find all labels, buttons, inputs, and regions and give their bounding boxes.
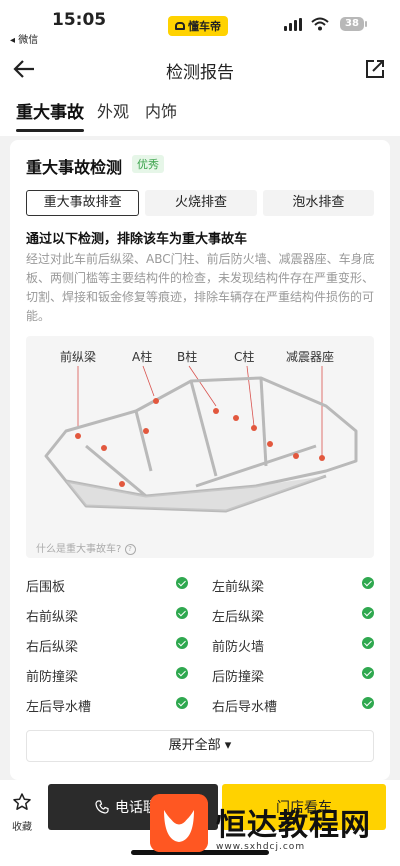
check-item-name: 左后纵梁	[212, 610, 265, 625]
what-is-accident-label: 什么是重大事故车?	[36, 544, 122, 555]
check-row: 后围板 左前纵梁	[26, 572, 376, 602]
check-pass-icon	[176, 607, 188, 619]
accident-check-card: 重大事故检测 优秀 重大事故排查 火烧排查 泡水排查 通过以下检测，排除该车为重…	[10, 140, 390, 780]
check-item-name: 右后导水槽	[212, 700, 278, 715]
page-title: 检测报告	[166, 63, 234, 83]
car-frame-diagram: 前纵梁 A柱 B柱 C柱 减震器座 什么是重大事故车? ?	[26, 336, 374, 558]
check-row: 右前纵梁 左后纵梁	[26, 602, 376, 632]
card-title: 重大事故检测	[26, 158, 123, 177]
wifi-icon	[311, 17, 329, 31]
phone-icon	[95, 800, 109, 814]
watermark-logo-icon	[150, 794, 208, 852]
subtab-flood[interactable]: 泡水排查	[262, 190, 374, 216]
watermark-url: www.sxhdcj.com	[216, 842, 306, 852]
top-navigation: 检测报告	[0, 44, 400, 94]
favorite-label: 收藏	[12, 822, 32, 833]
check-pass-icon	[362, 667, 374, 679]
check-item-name: 前防撞梁	[26, 670, 79, 685]
check-pass-icon	[176, 667, 188, 679]
check-item-name: 右后纵梁	[26, 640, 79, 655]
tab-major-accident[interactable]: 重大事故	[16, 98, 84, 132]
watermark: 恒达教程网 www.sxhdcj.com	[140, 790, 400, 866]
car-frame-image	[44, 365, 358, 513]
check-pass-icon	[362, 697, 374, 709]
check-row: 前防撞梁 后防撞梁	[26, 662, 376, 692]
subtab-fire[interactable]: 火烧排查	[145, 190, 257, 216]
check-item-name: 右前纵梁	[26, 610, 79, 625]
check-pass-icon	[362, 607, 374, 619]
check-pass-icon	[362, 637, 374, 649]
car-icon	[175, 22, 185, 30]
check-pass-icon	[176, 637, 188, 649]
what-is-accident-link[interactable]: 什么是重大事故车? ?	[36, 540, 136, 555]
check-item-name: 后防撞梁	[212, 670, 265, 685]
check-item-name: 左前纵梁	[212, 580, 265, 595]
check-list: 后围板 左前纵梁 右前纵梁 左后纵梁 右后纵梁 前防火墙 前防撞梁 后防撞梁 左…	[26, 572, 376, 722]
check-item-name: 后围板	[26, 580, 66, 595]
help-icon: ?	[124, 543, 136, 555]
watermark-text: 恒达教程网	[216, 808, 371, 843]
check-item-name: 前防火墙	[212, 640, 265, 655]
share-icon[interactable]	[364, 58, 386, 80]
status-bar: 15:05 ◂ 微信 懂车帝 38	[0, 0, 400, 46]
report-tabs: 重大事故 外观 内饰	[0, 94, 400, 136]
check-pass-icon	[176, 577, 188, 589]
app-pill[interactable]: 懂车帝	[168, 16, 228, 36]
favorite-button[interactable]: 收藏	[10, 792, 34, 833]
app-pill-label: 懂车帝	[188, 20, 221, 33]
check-conclusion: 通过以下检测，排除该车为重大事故车	[26, 232, 248, 247]
check-description: 经过对此车前后纵梁、ABC门柱、前后防火墙、减震器座、车身底板、两侧门槛等主要结…	[26, 252, 375, 323]
check-row: 右后纵梁 前防火墙	[26, 632, 376, 662]
status-time: 15:05	[52, 10, 107, 30]
status-badge: 优秀	[132, 155, 164, 173]
tab-exterior[interactable]: 外观	[97, 98, 129, 122]
check-item-name: 左后导水槽	[26, 700, 92, 715]
battery-level: 38	[345, 18, 359, 29]
check-pass-icon	[362, 577, 374, 589]
star-icon	[13, 793, 31, 810]
check-row: 左后导水槽 右后导水槽	[26, 692, 376, 722]
check-pass-icon	[176, 697, 188, 709]
tab-interior[interactable]: 内饰	[145, 98, 177, 122]
subtab-major-accident[interactable]: 重大事故排查	[26, 190, 140, 216]
check-type-tabs: 重大事故排查 火烧排查 泡水排查	[26, 190, 374, 216]
battery-icon: 38	[340, 17, 367, 31]
cellular-signal-icon	[284, 18, 302, 31]
expand-all-button[interactable]: 展开全部 ▾	[26, 730, 374, 762]
